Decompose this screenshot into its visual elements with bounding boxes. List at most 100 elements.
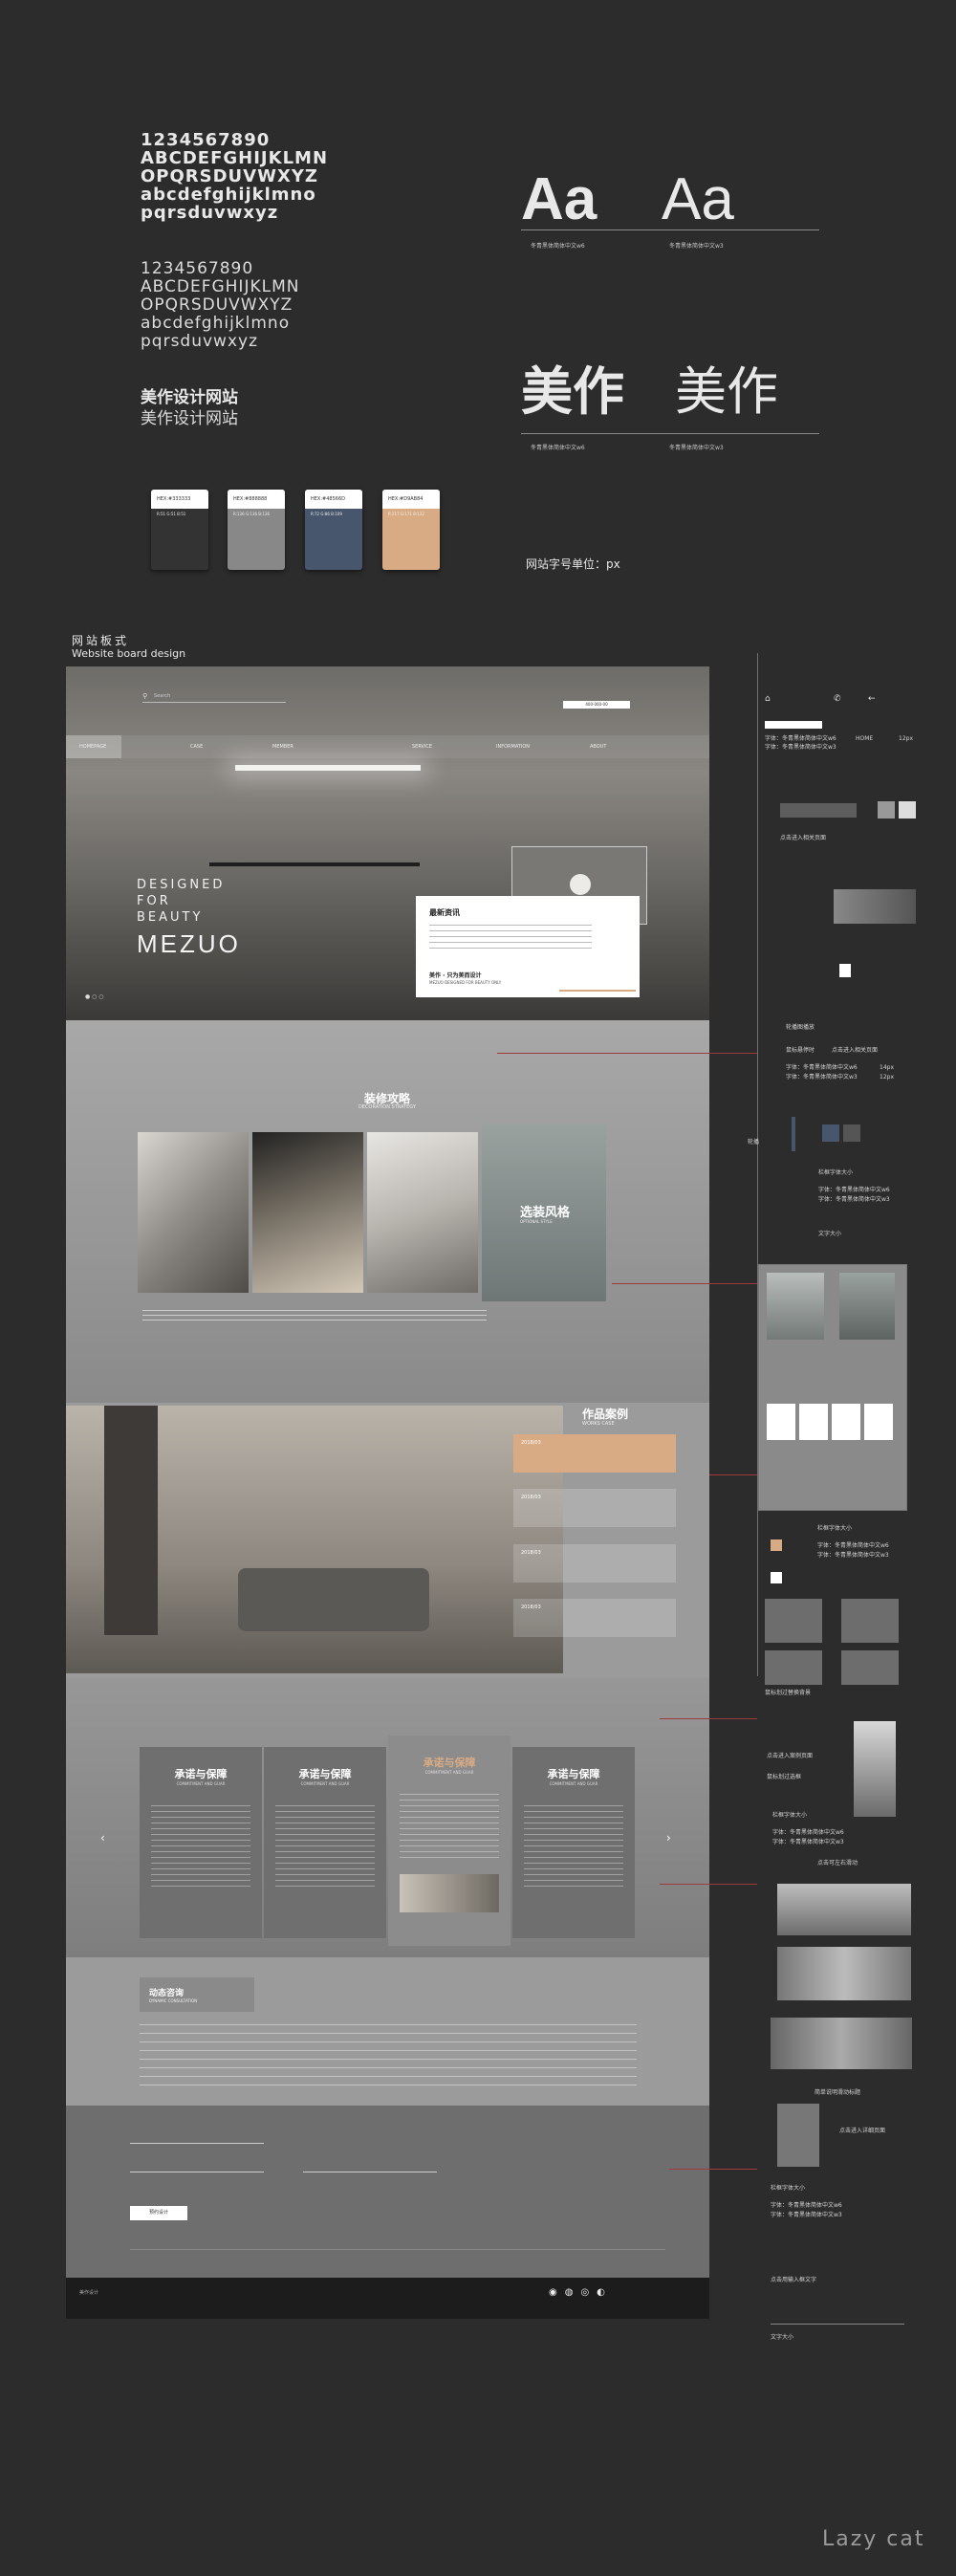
- specimen-line: abcdefghijklmno: [141, 185, 316, 205]
- font-caption: 冬青黑体简体中文w3: [669, 243, 724, 250]
- color-swatch: HEX:#333333 R:51 G:51 B:51: [151, 490, 208, 570]
- search-box[interactable]: ⚲ Search: [142, 692, 286, 703]
- connector-line: [612, 1283, 757, 1284]
- news-card[interactable]: 最新资讯 美作 · 只为美而设计 MEZUO DESIGNED FOR BEAU…: [416, 896, 640, 997]
- submit-button[interactable]: 预约设计: [130, 2206, 187, 2220]
- carousel-dots[interactable]: ● ○ ○: [85, 993, 104, 1000]
- style-photo[interactable]: 选装风格 OPTIONAL STYLE: [482, 1124, 606, 1301]
- color-swatch: HEX:#888888 R:136 G:136 B:136: [228, 490, 285, 570]
- annotation-slide: [777, 1947, 911, 2000]
- card-title: 承诺与保障: [298, 1768, 352, 1780]
- annotation-box: [765, 721, 822, 729]
- case-row-active[interactable]: 2018/03: [513, 1434, 676, 1473]
- nav-item[interactable]: ABOUT: [590, 744, 606, 750]
- card-subtitle: COMMITMENT AND GUAR: [424, 1770, 474, 1775]
- nav-item[interactable]: INFORMATION: [496, 744, 530, 750]
- play-icon[interactable]: [570, 874, 591, 895]
- case-row[interactable]: 2018/03: [513, 1544, 676, 1583]
- gallery-photo[interactable]: [367, 1132, 478, 1293]
- case-date: 2018/03: [521, 1440, 541, 1446]
- news2-list[interactable]: [140, 2024, 637, 2091]
- gallery-photo[interactable]: [252, 1132, 363, 1293]
- swatch-info: R:217 G:171 B:132: [388, 512, 424, 516]
- prev-arrow-icon[interactable]: ‹: [100, 1831, 105, 1845]
- card-title: 承诺与保障: [423, 1757, 476, 1769]
- home-icon: ⌂: [765, 694, 771, 704]
- works-title: 作品案例: [582, 1408, 629, 1421]
- specimen-line: OPQRSDUVWXYZ: [141, 295, 293, 315]
- sample-aa-light: Aa: [662, 166, 734, 232]
- specimen-light: 1234567890 ABCDEFGHIJKLMN OPQRSDUVWXYZ a…: [141, 260, 299, 351]
- news-footer: 美作 · 只为美而设计: [429, 972, 482, 979]
- commitment-card[interactable]: 承诺与保障 COMMITMENT AND GUAR: [512, 1747, 635, 1938]
- annotation-thumb: [767, 1404, 795, 1440]
- commitment-card-active[interactable]: 承诺与保障 COMMITMENT AND GUAR: [388, 1736, 511, 1946]
- case-row[interactable]: 2018/03: [513, 1489, 676, 1527]
- cn-title-bold: 美作设计网站: [141, 388, 238, 407]
- annotation-text: 轮播: [748, 1139, 760, 1146]
- form-section: [66, 2106, 709, 2278]
- nav-item[interactable]: HOMEPAGE: [79, 744, 106, 750]
- swatch-hex: HEX:#D9AB84: [382, 490, 440, 509]
- annotation-text: 栏框字体大小: [817, 1525, 853, 1532]
- annotation-text: 点击进入相关页面: [832, 1047, 879, 1054]
- annotation-text: 栏框字体大小: [772, 1812, 808, 1819]
- divider: [771, 2324, 904, 2325]
- annotation-text: 字体：冬青黑体简体中文w6: [818, 1187, 890, 1193]
- card-title: 承诺与保障: [174, 1768, 228, 1780]
- brand-logo: MEZUO: [137, 929, 241, 958]
- arrow-icon: ←: [868, 694, 876, 704]
- annotation-thumb: [832, 1404, 860, 1440]
- annotation-text: 简单说明滑动标题: [815, 2089, 861, 2096]
- swatch-info: R:72 G:86 B:109: [311, 512, 342, 516]
- case-date: 2018/03: [521, 1550, 541, 1556]
- section-subtitle: DECORATION STRATEGY: [358, 1104, 416, 1110]
- search-placeholder: Search: [154, 693, 171, 699]
- card-text: [524, 1805, 623, 1891]
- annotation-box: [765, 1599, 822, 1643]
- nav-item[interactable]: CASE: [190, 744, 203, 750]
- annotation-box: [765, 1650, 822, 1685]
- case-photo[interactable]: [66, 1406, 563, 1673]
- card-subtitle: COMMITMENT AND GUAR: [176, 1781, 226, 1786]
- nav-bar: [66, 735, 709, 758]
- card-title: 承诺与保障: [547, 1768, 600, 1780]
- social-icons[interactable]: ◉◍◎◐: [549, 2287, 613, 2298]
- works-subtitle: WORKS CASE: [582, 1421, 615, 1427]
- annotation-text: 点击用输入框文字: [771, 2277, 817, 2283]
- annotation-text: 点击进入案例页面: [767, 1753, 814, 1759]
- annotation-box: [841, 1599, 899, 1643]
- search-icon: ⚲: [142, 692, 148, 700]
- case-row[interactable]: 2018/03: [513, 1599, 676, 1637]
- divider: [521, 433, 819, 434]
- annotation-size: 12px: [880, 1074, 894, 1081]
- annotation-text: 字体：冬青黑体简体中文w6: [786, 1064, 858, 1071]
- nav-item[interactable]: MEMBER: [272, 744, 293, 750]
- case-brick-wall: [104, 1406, 158, 1635]
- hero-line: FOR: [137, 894, 171, 908]
- annotation-box: [843, 1124, 860, 1142]
- board-title: 网站板式: [72, 634, 130, 647]
- specimen-bold: 1234567890 ABCDEFGHIJKLMN OPQRSDUVWXYZ a…: [141, 131, 328, 222]
- connector-line: [660, 1718, 757, 1719]
- card-photo: [400, 1874, 499, 1912]
- case-date: 2018/03: [521, 1605, 541, 1610]
- color-swatch: HEX:#48566D R:72 G:86 B:109: [305, 490, 362, 570]
- annotation-size: 12px: [899, 735, 913, 742]
- swatch-hex: HEX:#48566D: [305, 490, 362, 509]
- annotation-box: [777, 2104, 819, 2167]
- news-title: 最新资讯: [429, 908, 460, 917]
- specimen-line: abcdefghijklmno: [141, 314, 291, 333]
- form-input[interactable]: [130, 2143, 264, 2144]
- connector-line: [669, 2169, 757, 2170]
- card-text: [275, 1805, 375, 1891]
- commitment-card[interactable]: 承诺与保障 COMMITMENT AND GUAR: [264, 1747, 386, 1938]
- next-arrow-icon[interactable]: ›: [666, 1831, 671, 1845]
- gallery-photo[interactable]: [138, 1132, 249, 1293]
- news2-tab[interactable]: 动态咨询 DYNAMIC CONSULTATION: [140, 1977, 254, 2012]
- annotation-text: 字体：冬青黑体简体中文w6: [817, 1542, 889, 1549]
- specimen-line: 1234567890: [141, 259, 254, 278]
- guide-line: [757, 653, 758, 1676]
- nav-item[interactable]: SERVICE: [412, 744, 432, 750]
- commitment-card[interactable]: 承诺与保障 COMMITMENT AND GUAR: [140, 1747, 262, 1938]
